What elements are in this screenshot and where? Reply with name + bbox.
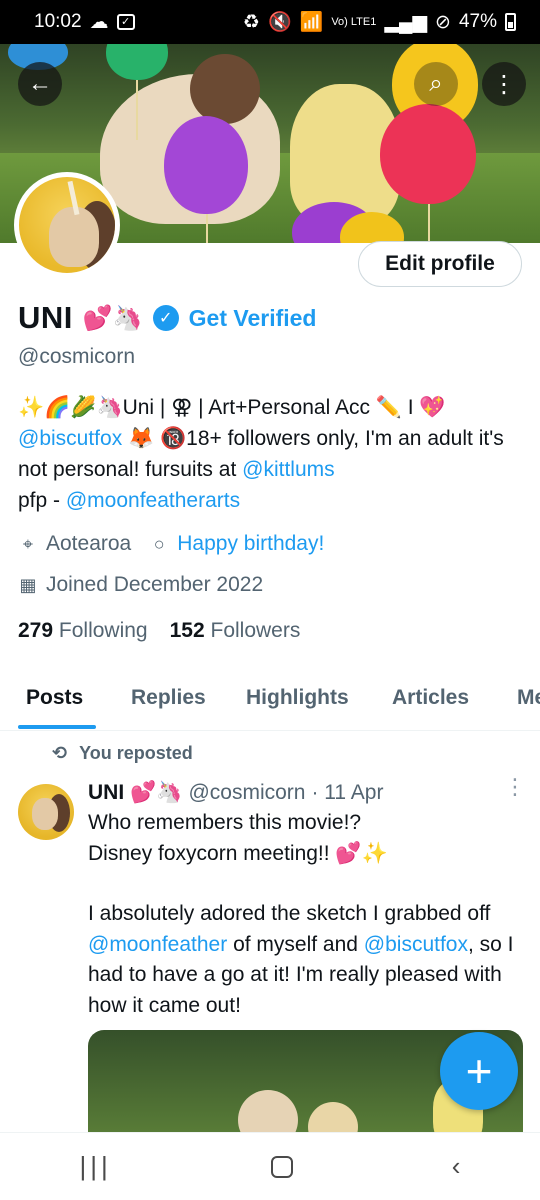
- profile-handle: @cosmicorn: [18, 345, 136, 368]
- signal-icon: ▂▄▆: [384, 11, 428, 33]
- banner-balloon-string: [206, 214, 208, 243]
- post-text-segment: I absolutely adored the sketch I grabbed…: [88, 902, 491, 925]
- compose-button[interactable]: +: [440, 1032, 518, 1110]
- profile-joined: Joined December 2022: [46, 573, 264, 596]
- name-emoji: 💕🦄: [82, 304, 143, 332]
- profile-avatar[interactable]: [14, 172, 120, 278]
- post-header: UNI 💕🦄 @cosmicorn · 11 Apr: [88, 781, 383, 805]
- more-vertical-icon: ⋮: [492, 70, 516, 98]
- profile-tabs: Posts Replies Highlights Articles Me: [0, 670, 540, 731]
- post-line-1: Who remembers this movie!?: [88, 811, 362, 834]
- no-disturb-icon: ⊘: [435, 11, 451, 33]
- profile-joined-row: ▦ Joined December 2022: [18, 573, 263, 597]
- battery-level: 47%: [458, 11, 497, 32]
- post-author-name[interactable]: UNI: [88, 781, 124, 805]
- status-bar: 10:02 ☁ ✓ ♻ 🔇 📶 Vo) LTE1 ▂▄▆ ⊘ 47%: [0, 0, 540, 44]
- following-label: Following: [58, 619, 148, 642]
- post-mention-moonfeather[interactable]: @moonfeather: [88, 933, 227, 956]
- post-author-handle[interactable]: @cosmicorn: [188, 781, 305, 805]
- mute-icon: 🔇: [267, 12, 292, 33]
- verified-badge-icon[interactable]: ✓: [152, 305, 179, 331]
- location-pin-icon: ⌖: [22, 533, 34, 554]
- banner-balloon-red: [380, 104, 476, 204]
- bio-line-2: @biscutfox 🦊 🔞18+ followers only, I'm an…: [18, 423, 518, 485]
- banner-balloon-string: [136, 80, 138, 140]
- repost-label: You reposted: [79, 743, 193, 763]
- checkbox-notification-icon: ✓: [116, 14, 135, 30]
- profile-stats: 279 Following 152 Followers: [18, 619, 300, 643]
- birthday-link[interactable]: Happy birthday!: [177, 532, 324, 556]
- search-icon: ⌕: [429, 70, 443, 97]
- followers-count: 152: [169, 619, 205, 642]
- tab-highlights[interactable]: Highlights: [246, 686, 349, 710]
- system-nav-bar: ||| ‹: [0, 1132, 540, 1200]
- tab-replies[interactable]: Replies: [131, 686, 206, 710]
- recycle-icon: ♻: [242, 11, 260, 33]
- balloon-icon: ○: [153, 533, 165, 554]
- tab-posts[interactable]: Posts: [26, 686, 83, 710]
- calendar-icon: ▦: [19, 574, 37, 595]
- status-time: 10:02: [34, 11, 82, 32]
- post-author-avatar[interactable]: [18, 784, 74, 840]
- volte-indicator: Vo) LTE1: [331, 16, 377, 28]
- avatar-face: [32, 798, 58, 830]
- following-link[interactable]: 279 Following: [18, 619, 148, 643]
- avatar-face: [49, 207, 99, 267]
- get-verified-link[interactable]: Get Verified: [189, 305, 317, 332]
- recent-apps-icon[interactable]: |||: [80, 1151, 112, 1182]
- status-bar-left: 10:02 ☁ ✓: [34, 11, 135, 34]
- banner-balloon-purple: [164, 116, 248, 214]
- bio-line-1: ✨🌈🌽🦄Uni | ⚢ | Art+Personal Acc ✏️ I 💖: [18, 396, 446, 419]
- active-tab-indicator: [18, 725, 96, 729]
- back-button[interactable]: ←: [18, 62, 62, 106]
- home-icon[interactable]: [270, 1155, 293, 1178]
- plus-icon: +: [465, 1045, 493, 1097]
- arrow-left-icon: ←: [28, 70, 52, 97]
- post-text-segment: of myself and: [227, 932, 364, 956]
- post-line-2: Disney foxycorn meeting!! 💕✨: [88, 841, 388, 865]
- repost-indicator: ⟲ You reposted: [52, 743, 193, 764]
- post-date[interactable]: · 11 Apr: [311, 781, 383, 805]
- bio-mention-biscutfox[interactable]: @biscutfox: [18, 427, 122, 450]
- more-options-button[interactable]: ⋮: [482, 62, 526, 106]
- repost-icon: ⟲: [52, 743, 68, 763]
- bio-mention-kittlums[interactable]: @kittlums: [242, 458, 335, 481]
- bio-line-3: pfp - @moonfeatherarts: [18, 485, 518, 516]
- banner-balloon-green: [106, 44, 168, 80]
- post-author-emoji: 💕🦄: [130, 781, 183, 804]
- name-row: UNI 💕🦄 ✓ Get Verified: [18, 300, 316, 336]
- bio-pfp-label: pfp -: [18, 489, 66, 512]
- profile-bio: ✨🌈🌽🦄Uni | ⚢ | Art+Personal Acc ✏️ I 💖 @b…: [18, 392, 518, 516]
- post-line-3: I absolutely adored the sketch I grabbed…: [88, 899, 528, 1021]
- followers-label: Followers: [210, 619, 301, 642]
- profile-location: Aotearoa: [46, 532, 132, 555]
- banner-unicorn-mane: [190, 54, 260, 124]
- profile-meta-row: ⌖ Aotearoa ○ Happy birthday!: [18, 532, 324, 556]
- post-text: Who remembers this movie!? Disney foxyco…: [88, 808, 528, 1021]
- battery-icon: [505, 13, 516, 31]
- wifi-icon: 📶: [299, 12, 324, 33]
- edit-profile-button[interactable]: Edit profile: [358, 241, 522, 287]
- back-nav-icon[interactable]: ‹: [452, 1151, 461, 1182]
- cloud-icon: ☁: [89, 11, 109, 33]
- followers-link[interactable]: 152 Followers: [170, 619, 301, 643]
- banner-balloon-string: [428, 204, 430, 243]
- tab-media[interactable]: Me: [517, 686, 540, 710]
- status-bar-right: ♻ 🔇 📶 Vo) LTE1 ▂▄▆ ⊘ 47%: [243, 10, 516, 34]
- search-button[interactable]: ⌕: [414, 62, 458, 106]
- display-name: UNI: [18, 300, 73, 335]
- tab-articles[interactable]: Articles: [392, 686, 469, 710]
- bio-mention-moonfeatherarts[interactable]: @moonfeatherarts: [66, 489, 240, 512]
- following-count: 279: [18, 619, 54, 642]
- post-more-icon[interactable]: ⋮: [504, 776, 526, 798]
- post-mention-biscutfox[interactable]: @biscutfox: [364, 933, 468, 956]
